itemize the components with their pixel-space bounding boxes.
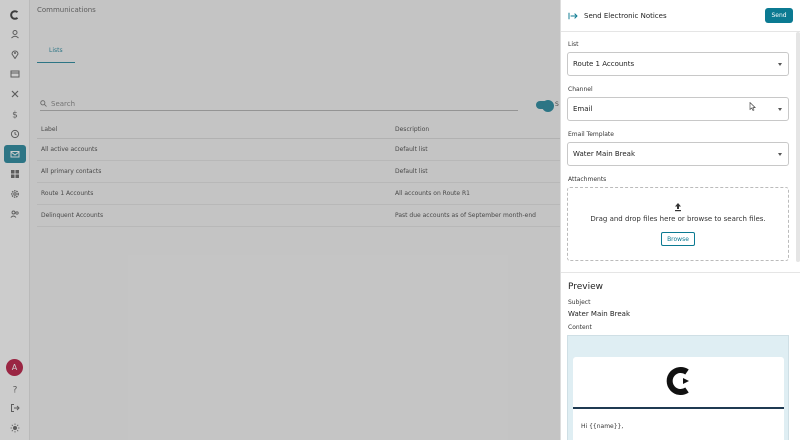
list-select[interactable]: Route 1 Accounts	[567, 52, 789, 76]
browse-button[interactable]: Browse	[661, 232, 695, 246]
modal-backdrop[interactable]	[0, 0, 560, 440]
divider	[561, 272, 800, 273]
channel-value: Email	[573, 105, 593, 113]
content-label: Content	[568, 324, 592, 331]
attachments-dropzone[interactable]: Drag and drop files here or browse to se…	[567, 187, 789, 261]
subject-label: Subject	[568, 299, 591, 306]
chevron-down-icon	[778, 108, 782, 111]
subject-value: Water Main Break	[568, 310, 631, 318]
chevron-down-icon	[778, 63, 782, 66]
chevron-down-icon	[778, 153, 782, 156]
drawer-header: Send Electronic Notices Send	[561, 0, 800, 32]
brand-logo-icon	[666, 367, 689, 395]
collapse-arrow-icon[interactable]	[568, 12, 578, 20]
drawer-title: Send Electronic Notices	[584, 11, 667, 20]
email-preview: Hi {{name}},	[567, 335, 789, 440]
template-value: Water Main Break	[573, 150, 636, 158]
preview-title: Preview	[568, 282, 604, 292]
list-value: Route 1 Accounts	[573, 60, 635, 68]
dropzone-text: Drag and drop files here or browse to se…	[590, 215, 766, 223]
template-select[interactable]: Water Main Break	[567, 142, 789, 166]
send-button[interactable]: Send	[765, 8, 793, 23]
send-notices-drawer: Send Electronic Notices Send List Route …	[560, 0, 800, 440]
mouse-cursor-icon	[749, 102, 756, 111]
email-card: Hi {{name}},	[573, 357, 784, 440]
attachments-label: Attachments	[568, 176, 607, 183]
upload-icon	[675, 203, 681, 212]
drawer-scrollbar[interactable]	[796, 32, 800, 262]
email-divider	[573, 407, 784, 409]
template-label: Email Template	[568, 131, 614, 138]
channel-label: Channel	[568, 86, 593, 93]
email-greeting: Hi {{name}},	[581, 423, 624, 430]
list-label: List	[568, 41, 579, 48]
